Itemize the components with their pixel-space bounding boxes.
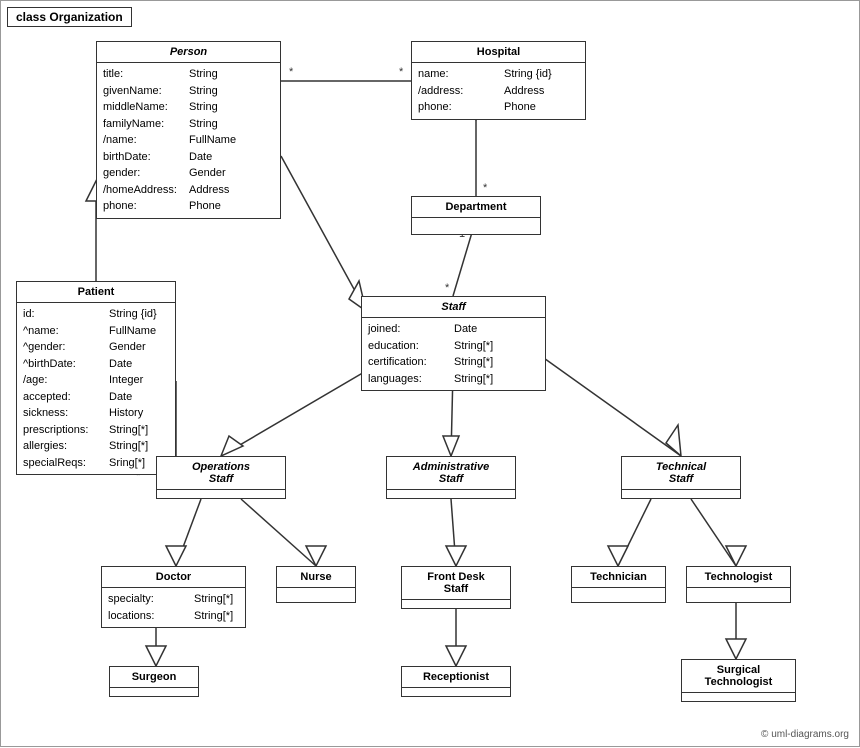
operations-staff-class: OperationsStaff xyxy=(156,456,286,499)
diagram-title: class Organization xyxy=(7,7,132,27)
svg-text:*: * xyxy=(399,66,404,78)
svg-text:*: * xyxy=(483,182,488,194)
doctor-attrs: specialty:String[*] locations:String[*] xyxy=(102,588,245,627)
svg-text:*: * xyxy=(445,282,450,294)
doctor-title: Doctor xyxy=(102,567,245,588)
uml-diagram: class Organization * * 1 * 1 * * * xyxy=(0,0,860,747)
staff-class: Staff joined:Date education:String[*] ce… xyxy=(361,296,546,391)
person-attrs: title:String givenName:String middleName… xyxy=(97,63,280,218)
technical-staff-class: TechnicalStaff xyxy=(621,456,741,499)
surgeon-class: Surgeon xyxy=(109,666,199,697)
department-title: Department xyxy=(412,197,540,218)
technologist-title: Technologist xyxy=(687,567,790,588)
patient-title: Patient xyxy=(17,282,175,303)
department-class: Department xyxy=(411,196,541,235)
front-desk-class: Front DeskStaff xyxy=(401,566,511,609)
staff-title: Staff xyxy=(362,297,545,318)
person-class: Person title:String givenName:String mid… xyxy=(96,41,281,219)
technologist-class: Technologist xyxy=(686,566,791,603)
technician-class: Technician xyxy=(571,566,666,603)
receptionist-title: Receptionist xyxy=(402,667,510,688)
surgical-technologist-title: SurgicalTechnologist xyxy=(682,660,795,693)
admin-staff-class: AdministrativeStaff xyxy=(386,456,516,499)
department-attrs xyxy=(412,218,540,234)
surgical-technologist-class: SurgicalTechnologist xyxy=(681,659,796,702)
doctor-class: Doctor specialty:String[*] locations:Str… xyxy=(101,566,246,628)
staff-attrs: joined:Date education:String[*] certific… xyxy=(362,318,545,390)
surgeon-title: Surgeon xyxy=(110,667,198,688)
hospital-class: Hospital name:String {id} /address:Addre… xyxy=(411,41,586,120)
technician-title: Technician xyxy=(572,567,665,588)
receptionist-class: Receptionist xyxy=(401,666,511,697)
technical-staff-title: TechnicalStaff xyxy=(622,457,740,490)
patient-attrs: id:String {id} ^name:FullName ^gender:Ge… xyxy=(17,303,175,474)
admin-staff-title: AdministrativeStaff xyxy=(387,457,515,490)
front-desk-title: Front DeskStaff xyxy=(402,567,510,600)
patient-class: Patient id:String {id} ^name:FullName ^g… xyxy=(16,281,176,475)
copyright: © uml-diagrams.org xyxy=(761,729,849,740)
svg-text:*: * xyxy=(289,66,294,78)
nurse-title: Nurse xyxy=(277,567,355,588)
nurse-class: Nurse xyxy=(276,566,356,603)
person-title: Person xyxy=(97,42,280,63)
hospital-attrs: name:String {id} /address:Address phone:… xyxy=(412,63,585,119)
hospital-title: Hospital xyxy=(412,42,585,63)
operations-staff-title: OperationsStaff xyxy=(157,457,285,490)
